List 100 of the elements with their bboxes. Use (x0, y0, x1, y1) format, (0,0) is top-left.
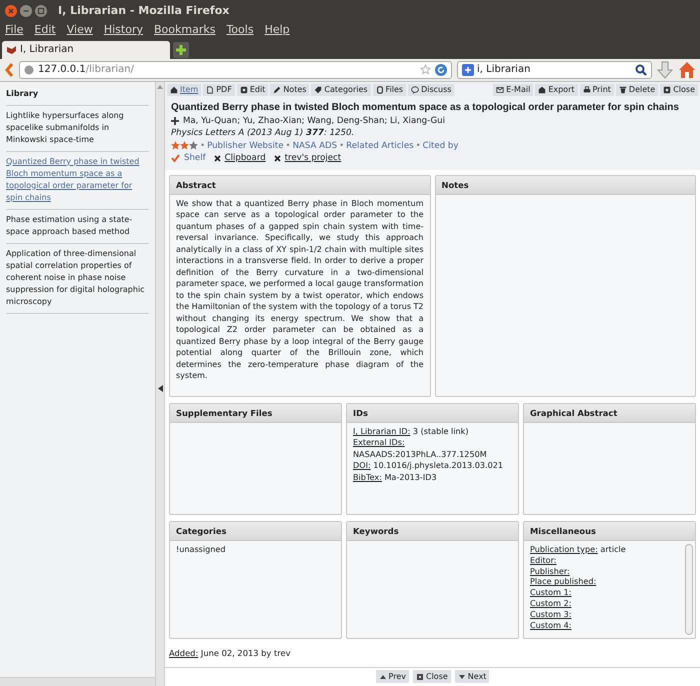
toolbar-button[interactable]: Categories (311, 84, 371, 96)
toolbar-button[interactable]: Edit (236, 84, 268, 96)
field-label[interactable]: External IDs: (353, 437, 405, 448)
field-label[interactable]: Custom 3: (530, 608, 572, 619)
article-link[interactable]: Related Articles (346, 140, 414, 152)
menu-item[interactable]: File (5, 22, 24, 38)
cross-icon (214, 154, 221, 162)
tag-icon (314, 86, 322, 94)
field-value: !unassigned (176, 544, 226, 554)
house-icon (538, 86, 546, 94)
toolbar-button[interactable]: E-Mail (493, 84, 534, 96)
added-label: Added: (169, 648, 198, 658)
field-value: NASAADS:2013PhLA..377.1250M (353, 448, 487, 459)
square-icon (240, 86, 248, 94)
download-icon[interactable] (657, 60, 673, 78)
article-title: Quantized Berry phase in twisted Bloch momentum space as a topological order parameter for spin chains (171, 100, 680, 114)
sidebar-item[interactable]: Lightlike hypersurfaces along spacelike submanifolds in Minkowski space-time (6, 106, 149, 152)
toolbar-button[interactable]: Delete (616, 84, 658, 96)
reload-icon[interactable] (435, 64, 447, 76)
article-link[interactable]: Cited by (422, 140, 458, 152)
home-icon[interactable] (678, 60, 696, 78)
minimize-icon[interactable] (20, 5, 32, 17)
toolbar-button[interactable]: Print (580, 84, 614, 96)
sidebar-item[interactable]: Quantized Berry phase in twisted Bloch momentum space as a topological order parameter for spin chains (6, 152, 149, 210)
address-field[interactable]: 127.0.0.1/librarian/ (19, 60, 452, 78)
panel-header: IDs (347, 404, 518, 423)
star-icon (171, 141, 180, 150)
added-value: June 02, 2013 by trev (200, 648, 290, 658)
menu-item[interactable]: History (104, 22, 143, 38)
project-toggle[interactable]: Clipboard (214, 152, 266, 164)
check-icon (171, 154, 180, 162)
close-icon[interactable] (5, 5, 17, 17)
nav-button[interactable]: Prev (376, 670, 409, 683)
panel-header: Keywords (347, 522, 518, 541)
triangle-down-icon (458, 672, 466, 680)
panel-header: Notes (436, 176, 695, 195)
window-title: I, Librarian - Mozilla Firefox (58, 2, 230, 19)
panel-header: Supplementary Files (170, 404, 341, 423)
sidebar-title: Library (6, 86, 149, 106)
article-link[interactable]: NASA ADS (292, 140, 338, 152)
toolbar-button[interactable]: PDF (203, 84, 235, 96)
sidebar-item[interactable]: Phase estimation using a state-space approach based method (6, 210, 149, 244)
separator-dot: • (339, 140, 344, 152)
project-toggle[interactable]: trev's project (274, 152, 342, 164)
menu-item[interactable]: View (66, 22, 93, 38)
journal-citation: Physics Letters A (2013 Aug 1) 377: 1250. (171, 127, 356, 140)
square-icon (663, 86, 672, 94)
cross-icon (274, 154, 281, 162)
toolbar-button[interactable]: Notes (270, 84, 310, 96)
printer-icon (582, 86, 590, 94)
star-icon[interactable] (420, 64, 431, 75)
nav-button[interactable]: Close (413, 670, 451, 683)
plus-icon[interactable] (171, 116, 179, 125)
field-label[interactable]: DOI: (353, 460, 371, 470)
nav-button[interactable]: Next (454, 670, 490, 683)
field-label[interactable]: Editor: (530, 554, 557, 565)
field-label[interactable]: Publisher: (530, 566, 570, 576)
project-toggle[interactable]: Shelf (171, 152, 206, 164)
field-label[interactable]: Custom 2: (530, 598, 572, 608)
horizontal-scrollbar[interactable] (0, 677, 155, 686)
sidebar-item[interactable]: Application of three-dimensional spatial correlation properties of coherent noise in phase noise suppression for digital holographic microscopy (6, 244, 149, 314)
toolbar-button[interactable]: Close (660, 84, 698, 96)
panel-header: Categories (170, 522, 341, 541)
panel-header: Graphical Abstract (524, 404, 695, 423)
field-label[interactable]: Custom 1: (530, 587, 572, 598)
maximize-icon[interactable] (35, 5, 47, 17)
toolbar-button[interactable]: Discuss (408, 84, 454, 96)
separator-dot: • (286, 140, 291, 152)
search-field[interactable]: i, Librarian (457, 60, 652, 78)
menu-item[interactable]: Tools (226, 22, 254, 38)
separator-dot: • (416, 140, 421, 152)
field-label[interactable]: Custom 4: (530, 620, 572, 630)
article-link[interactable]: Publisher Website (207, 140, 284, 152)
field-label[interactable]: Place published: (530, 576, 596, 586)
field-label[interactable]: I, Librarian ID: (353, 426, 410, 436)
separator-dot: • (200, 140, 206, 152)
triangle-up-icon (378, 672, 387, 680)
vertical-scrollbar[interactable] (685, 544, 693, 634)
field-value: article (600, 544, 626, 554)
toolbar-button[interactable]: Item (167, 84, 202, 96)
pencil-icon (273, 86, 282, 94)
collapse-arrow-icon[interactable] (158, 385, 162, 392)
star-icon (189, 141, 198, 150)
authors-text: Ma, Yu-Quan; Yu, Zhao-Xian; Wang, Deng-Shan; Li, Xiang-Gui (183, 114, 446, 127)
new-tab-icon[interactable] (173, 42, 189, 58)
star-rating[interactable] (171, 141, 198, 150)
toolbar-button[interactable]: Export (535, 84, 578, 96)
menu-item[interactable]: Bookmarks (154, 22, 216, 38)
field-label[interactable]: Publication type: (530, 544, 598, 554)
panel-header: Abstract (170, 176, 430, 195)
panel-header: Miscellaneous (524, 522, 695, 541)
abstract-text: We show that a quantized Berry phase in Bloch momentum space can serve as a topological order parameter to the quantum phases of a gapped spin chain system with time-reversal invariance. Specifically, we study this approach analytically in a class of XY spin-1/2 chain with multiple sites interactions in a transverse field. In order to derive a proper definition of the Berry curvature in a two-dimensional parameter space, we performed a local gauge transformation to the spin chain system by a twist operator, which endows the Hamiltonian of the system with the topology of a torus T2 without changing its energy spectrum. We show that a topological Z2 order parameter can be obtained as a quantized Berry phase by a loop integral of the Berry gauge potential along quarter of the Brillouin zone, which determines the zero-temperature phase diagram of the system. (176, 198, 424, 382)
back-icon[interactable] (4, 62, 14, 78)
menu-item[interactable]: Edit (34, 22, 56, 38)
menu-item[interactable]: Help (264, 22, 290, 38)
search-icon[interactable] (635, 64, 647, 76)
field-label[interactable]: BibTex: (353, 472, 382, 482)
toolbar-button[interactable]: Files (372, 84, 406, 96)
browser-tab[interactable]: I, Librarian (2, 40, 170, 58)
field-value: 3 (stable link) (412, 426, 469, 436)
